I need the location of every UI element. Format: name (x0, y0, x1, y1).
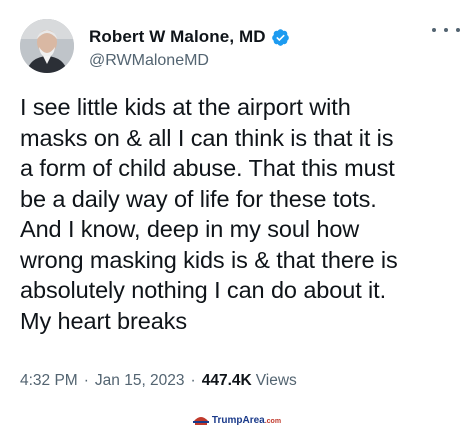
author-name-row[interactable]: Robert W Malone, MD (89, 26, 290, 48)
profile-photo-icon (20, 19, 74, 73)
tweet-text-line: a form of child abuse. That this must (20, 155, 395, 181)
watermark-suffix: .com (264, 417, 282, 425)
tweet-text-line: wrong masking kids is & that there is (20, 246, 398, 273)
tweet-text-line: My heart breaks (20, 307, 187, 334)
watermark-text: TrumpArea.com (212, 415, 281, 426)
verified-badge-icon (271, 28, 289, 46)
more-dot (432, 28, 436, 32)
meta-separator: · (190, 372, 196, 389)
tweet-header: Robert W Malone, MD @RWMaloneMD (20, 14, 460, 78)
author-display-name[interactable]: Robert W Malone, MD (89, 27, 266, 47)
more-dot (444, 28, 448, 32)
tweet-text: I see little kids at the airport with ma… (20, 92, 460, 336)
tweet-metadata: 4:32 PM · Jan 15, 2023 · 447.4K Views (20, 372, 297, 390)
tweet-card: Robert W Malone, MD @RWMaloneMD I see li… (0, 0, 474, 430)
watermark: TrumpArea.com (0, 410, 474, 430)
views-count[interactable]: 447.4K (202, 372, 252, 390)
tweet-text-line: absolutely nothing I can do about it. (20, 277, 387, 303)
watermark-brand: TrumpArea (211, 414, 265, 426)
meta-separator: · (83, 372, 89, 389)
more-dot (456, 28, 460, 32)
tweet-date[interactable]: Jan 15, 2023 (95, 372, 185, 390)
tweet-text-line: And I know, deep in my soul how (20, 216, 360, 242)
tweet-time[interactable]: 4:32 PM (20, 372, 78, 390)
avatar[interactable] (20, 19, 74, 73)
author-handle[interactable]: @RWMaloneMD (89, 52, 209, 70)
tweet-text-line: be a daily way of life for these tots. (20, 185, 377, 212)
tweet-text-line: I see little kids at the airport with (20, 94, 351, 120)
more-options-icon[interactable] (432, 20, 460, 40)
trump-area-logo-icon (192, 417, 209, 425)
tweet-text-line: masks on & all I can think is that it is (20, 124, 394, 151)
views-label: Views (255, 372, 297, 389)
